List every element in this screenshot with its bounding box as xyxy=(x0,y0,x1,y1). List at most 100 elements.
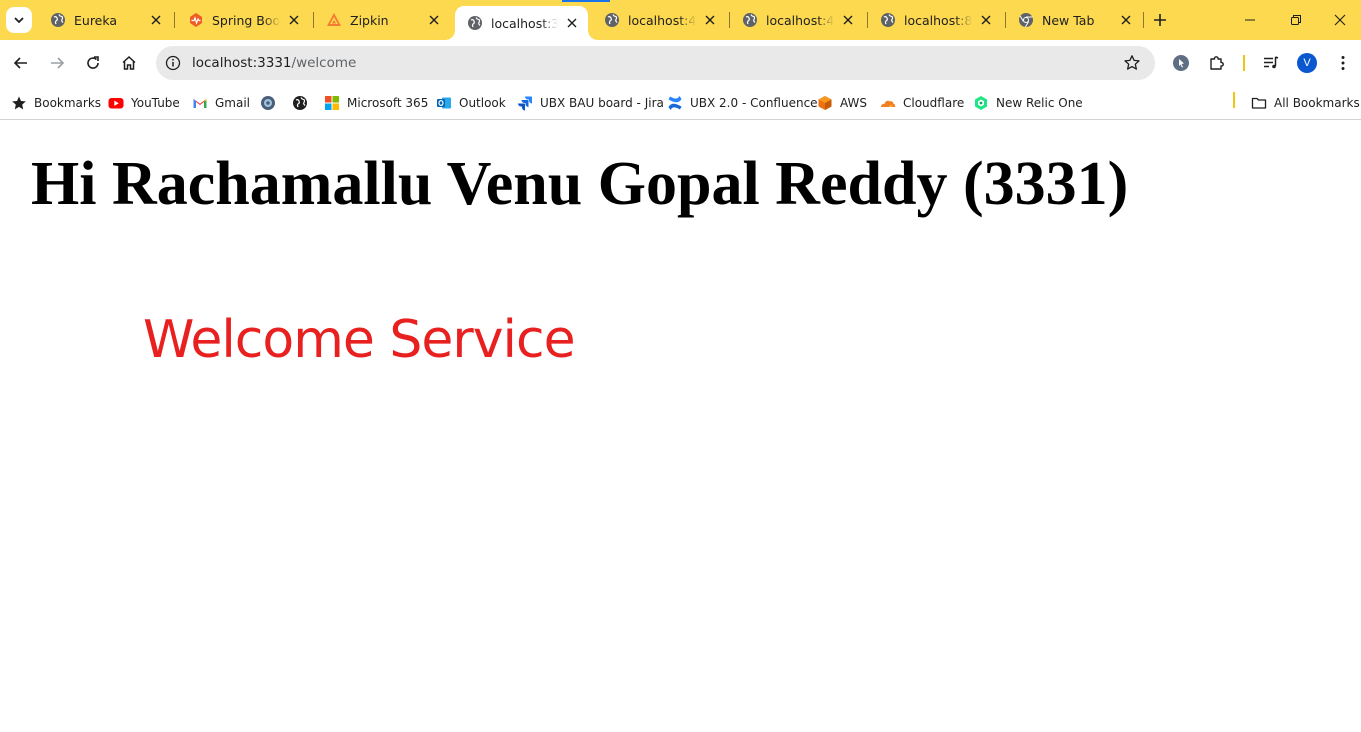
tab-search-button[interactable] xyxy=(6,7,32,33)
bookmark-microsoft-365[interactable]: Microsoft 365 xyxy=(324,91,428,115)
bookmark-gmail[interactable]: Gmail xyxy=(192,91,250,115)
globe-icon xyxy=(467,15,483,31)
url-path: /welcome xyxy=(291,55,357,71)
star-icon xyxy=(11,95,27,111)
more-vert-icon xyxy=(1341,56,1345,70)
confluence-icon xyxy=(667,95,683,111)
bookmark-label: New Relic One xyxy=(996,96,1083,110)
tab-spring-boot[interactable]: Spring Boot xyxy=(176,6,310,34)
tab-localhost-4444-2[interactable]: localhost:4444 xyxy=(730,6,864,34)
tab-zipkin[interactable]: Zipkin xyxy=(314,6,450,34)
extension-button[interactable] xyxy=(1167,49,1195,77)
aws-icon xyxy=(817,95,833,111)
app-icon xyxy=(260,95,276,111)
bookmark-confluence[interactable]: UBX 2.0 - Confluence xyxy=(667,91,818,115)
site-info-icon[interactable] xyxy=(164,54,182,72)
close-icon[interactable] xyxy=(1118,12,1134,28)
bookmark-star-icon[interactable] xyxy=(1123,54,1141,72)
globe-icon xyxy=(880,12,896,28)
bookmark-label: UBX BAU board - Jira xyxy=(540,96,664,110)
bookmark-label: Microsoft 365 xyxy=(347,96,429,110)
close-icon[interactable] xyxy=(564,15,580,31)
globe-icon xyxy=(742,12,758,28)
toolbar: localhost:3331/welcome V xyxy=(0,40,1361,86)
plus-icon xyxy=(1154,14,1166,26)
media-control-button[interactable] xyxy=(1257,49,1285,77)
close-icon[interactable] xyxy=(286,12,302,28)
bookmark-new-relic[interactable]: New Relic One xyxy=(973,91,1083,115)
new-tab-button[interactable] xyxy=(1148,8,1172,32)
minimize-icon xyxy=(1245,19,1255,21)
close-icon[interactable] xyxy=(978,12,994,28)
reload-button[interactable] xyxy=(79,49,107,77)
bookmark-aws[interactable]: AWS xyxy=(817,91,867,115)
bookmark-label: Cloudflare xyxy=(903,96,965,110)
avatar: V xyxy=(1297,53,1317,73)
bookmark-globe[interactable] xyxy=(292,91,315,115)
youtube-icon xyxy=(108,95,124,111)
bookmark-label: YouTube xyxy=(131,96,180,110)
bookmark-label: Bookmarks xyxy=(34,96,102,110)
page-heading: Hi Rachamallu Venu Gopal Reddy (3331) xyxy=(31,150,1129,218)
cloudflare-icon xyxy=(880,95,896,111)
back-arrow-icon xyxy=(13,57,27,69)
tab-title: localhost:4444 xyxy=(766,12,834,28)
bookmark-label: AWS xyxy=(840,96,868,110)
menu-button[interactable] xyxy=(1329,49,1357,77)
tab-new-tab[interactable]: New Tab xyxy=(1006,6,1142,34)
bookmark-app[interactable] xyxy=(260,91,283,115)
close-icon[interactable] xyxy=(702,12,718,28)
reload-icon xyxy=(87,56,99,69)
tab-title: Spring Boot xyxy=(212,12,280,28)
tab-eureka[interactable]: Eureka xyxy=(38,6,172,34)
toolbar-separator xyxy=(1243,55,1245,71)
bookmarks-separator xyxy=(1233,92,1235,108)
close-icon[interactable] xyxy=(840,12,856,28)
url-text[interactable]: localhost:3331/welcome xyxy=(192,55,356,71)
tab-title: New Tab xyxy=(1042,12,1095,28)
extensions-button[interactable] xyxy=(1203,49,1231,77)
close-window-button[interactable] xyxy=(1319,0,1361,40)
spring-boot-admin-icon xyxy=(188,12,204,28)
tab-title: localhost:8000 xyxy=(904,12,972,28)
chevron-down-icon xyxy=(14,17,24,24)
bookmark-cloudflare[interactable]: Cloudflare xyxy=(880,91,964,115)
media-queue-icon xyxy=(1264,56,1279,69)
restore-button[interactable] xyxy=(1273,0,1319,40)
home-button[interactable] xyxy=(115,49,143,77)
bookmark-label: Outlook xyxy=(459,96,506,110)
bookmark-label: All Bookmarks xyxy=(1274,96,1360,110)
tab-localhost-4444[interactable]: localhost:4444 xyxy=(592,6,726,34)
all-bookmarks-button[interactable]: All Bookmarks xyxy=(1251,91,1360,115)
tab-title: localhost:3331 xyxy=(491,15,558,31)
globe-icon xyxy=(604,12,620,28)
zipkin-icon xyxy=(326,12,342,28)
home-icon xyxy=(122,55,136,70)
folder-icon xyxy=(1251,95,1267,111)
gmail-icon xyxy=(192,95,208,111)
bookmark-bookmarks[interactable]: Bookmarks xyxy=(11,91,101,115)
tab-strip: Eureka Spring Boot Zipkin localhost:3331… xyxy=(0,0,1361,40)
new-relic-icon xyxy=(973,95,989,111)
address-bar[interactable]: localhost:3331/welcome xyxy=(156,46,1155,80)
minimize-button[interactable] xyxy=(1227,0,1273,40)
globe-icon xyxy=(292,95,308,111)
globe-icon xyxy=(50,12,66,28)
tab-separator xyxy=(174,12,175,28)
close-icon[interactable] xyxy=(148,12,164,28)
outlook-icon xyxy=(436,95,452,111)
page-subheading: Welcome Service xyxy=(143,310,576,370)
bookmark-outlook[interactable]: Outlook xyxy=(436,91,506,115)
tab-separator xyxy=(1143,12,1144,28)
bookmark-jira[interactable]: UBX BAU board - Jira xyxy=(517,91,664,115)
tab-title: Zipkin xyxy=(350,12,389,28)
back-button[interactable] xyxy=(7,49,35,77)
bookmark-youtube[interactable]: YouTube xyxy=(108,91,180,115)
tab-localhost-8000[interactable]: localhost:8000 xyxy=(868,6,1002,34)
url-host: localhost:3331 xyxy=(192,55,292,71)
profile-button[interactable]: V xyxy=(1293,49,1321,77)
tab-localhost-3331[interactable]: localhost:3331 xyxy=(445,6,598,40)
forward-button[interactable] xyxy=(43,49,71,77)
close-icon[interactable] xyxy=(426,12,442,28)
bookmarks-bar: Bookmarks YouTube Gmail Microsoft 365 Ou… xyxy=(0,86,1361,120)
